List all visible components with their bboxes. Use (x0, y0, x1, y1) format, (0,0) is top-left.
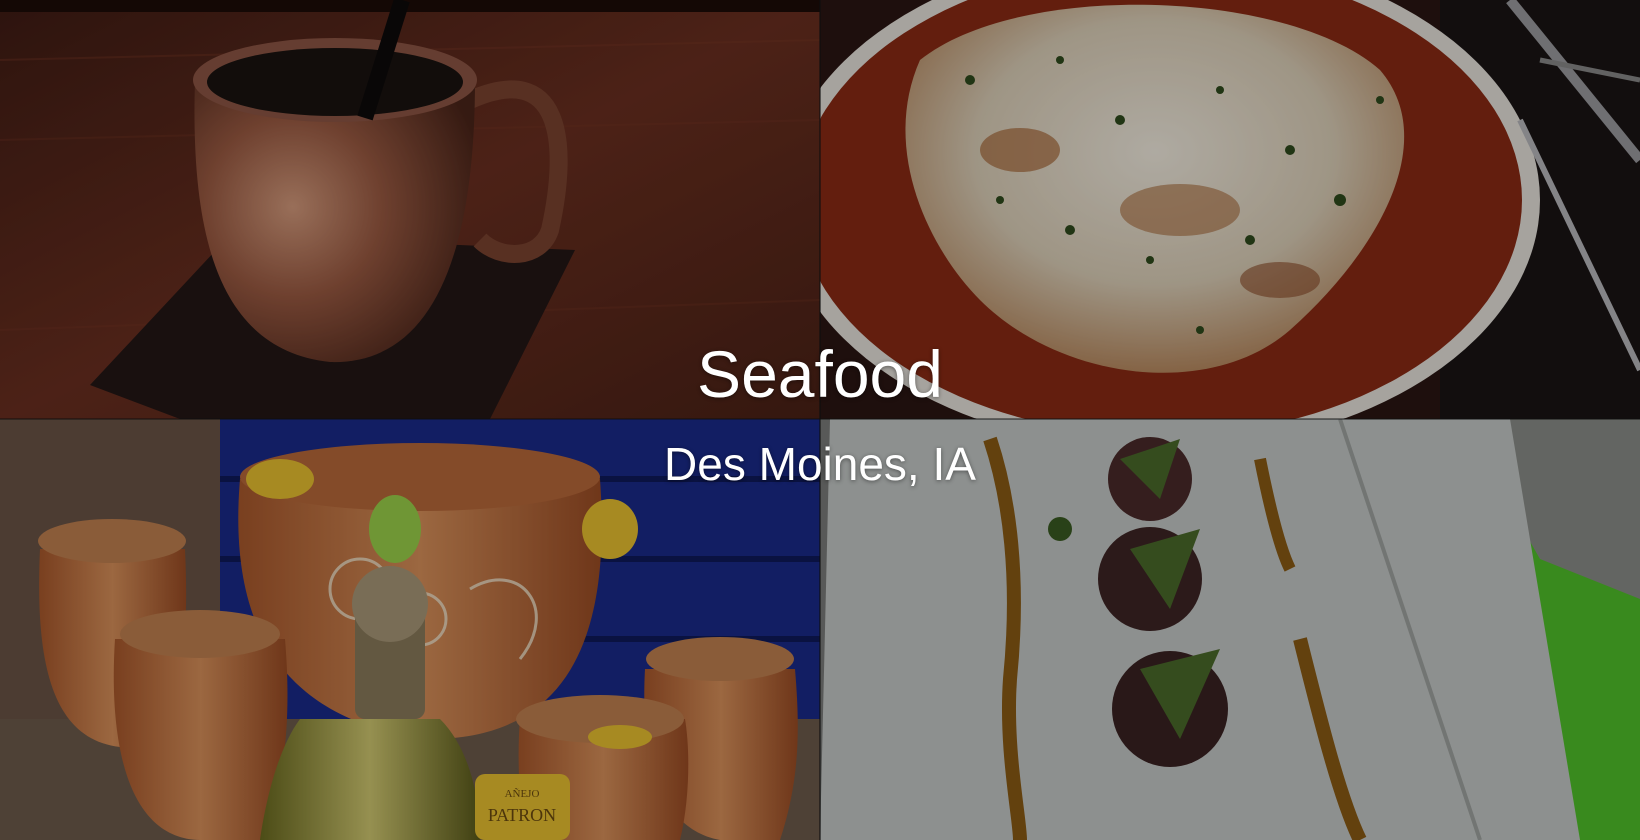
appetizer-image (820, 419, 1640, 840)
photo-copper-mug (0, 0, 820, 419)
photo-appetizer (820, 419, 1640, 840)
baked-dish-image (820, 0, 1640, 419)
bottle-label-line1: AÑEJO (505, 788, 540, 800)
copper-mug-image (0, 0, 820, 419)
horizontal-divider (0, 418, 1640, 420)
vertical-divider (819, 0, 821, 840)
bottle-label-line2: PATRON (488, 805, 556, 825)
photo-baked-dish (820, 0, 1640, 419)
cantaritos-image: AÑEJO PATRON (0, 419, 820, 840)
photo-cantaritos: AÑEJO PATRON (0, 419, 820, 840)
photo-collage: AÑEJO PATRON Seafood Des Moines, IA (0, 0, 1640, 840)
